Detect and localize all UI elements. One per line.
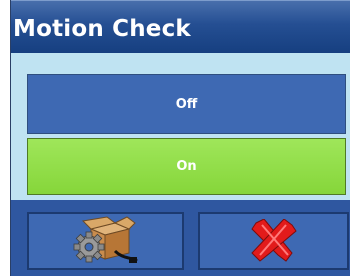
motion-check-dialog: Motion Check Off On [10,0,350,276]
option-off-button[interactable]: Off [27,74,346,134]
setup-button[interactable] [27,212,184,270]
dialog-title: Motion Check [13,16,191,42]
option-on-button[interactable]: On [27,138,346,195]
title-bar: Motion Check [11,0,350,53]
cancel-button[interactable] [198,212,349,270]
screen: Motion Check Off On [0,0,350,276]
red-x-icon [250,219,297,262]
option-off-label: Off [175,96,198,112]
option-on-label: On [176,159,197,174]
box-gear-icon [73,216,138,263]
